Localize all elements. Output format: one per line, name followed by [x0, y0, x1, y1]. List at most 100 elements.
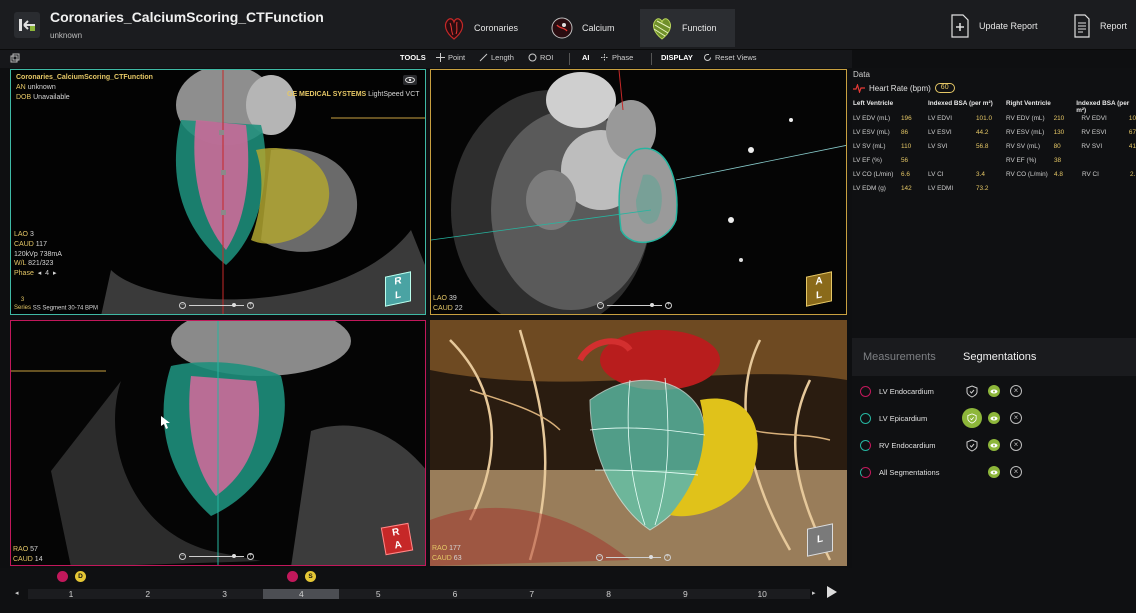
eye-icon: [405, 77, 415, 83]
viewport-top-right[interactable]: LAO 39 CAUD 22 AL − +: [430, 69, 847, 315]
phase-timeline: D S ◂ 1 2 3 4 5 6 7 8 9 10 ▸: [0, 568, 852, 613]
roi-tool[interactable]: ROI: [528, 53, 553, 62]
display-label: DISPLAY: [661, 53, 693, 62]
orientation-cube[interactable]: RA: [380, 522, 414, 556]
phase-marker-magenta[interactable]: [57, 571, 68, 582]
visibility-toggle[interactable]: [403, 75, 417, 85]
zoom-out-icon[interactable]: −: [179, 302, 186, 309]
report-button[interactable]: Report: [1073, 14, 1127, 38]
tab-segmentations[interactable]: Segmentations: [963, 351, 1036, 363]
remove-x-icon[interactable]: ×: [1010, 412, 1022, 424]
metric-row: RV EF (%) 38: [1006, 153, 1136, 167]
phase-6[interactable]: 6: [417, 589, 493, 599]
zoom-in-icon[interactable]: +: [665, 302, 672, 309]
metric-value: 196: [901, 114, 912, 122]
remove-x-icon[interactable]: ×: [1010, 466, 1022, 478]
timeline-prev-button[interactable]: ◂: [15, 589, 19, 597]
tab-measurements[interactable]: Measurements: [863, 351, 936, 363]
zoom-slider[interactable]: − +: [596, 554, 671, 561]
layout-toggle[interactable]: [10, 53, 20, 63]
step-coronaries-label: Coronaries: [474, 23, 519, 33]
zoom-in-icon[interactable]: +: [664, 554, 671, 561]
phase-4[interactable]: 4: [263, 589, 340, 599]
volume-render-heart: [430, 320, 847, 566]
metric-row: RV SV (mL) 80 RV SVI 41: [1006, 139, 1136, 153]
exit-button[interactable]: [14, 12, 40, 38]
orientation-cube[interactable]: RL: [385, 271, 411, 307]
zoom-out-icon[interactable]: −: [179, 553, 186, 560]
remove-x-icon[interactable]: ×: [1010, 385, 1022, 397]
phase-stepper[interactable]: Phase ◂ 4 ▸: [14, 269, 62, 279]
visibility-eye-icon[interactable]: [988, 412, 1000, 424]
phase-3[interactable]: 3: [187, 589, 263, 599]
zoom-slider[interactable]: − +: [597, 302, 672, 309]
zoom-out-icon[interactable]: −: [596, 554, 603, 561]
point-tool[interactable]: Point: [436, 53, 465, 62]
phase-marker-systole[interactable]: S: [305, 571, 316, 582]
rv-table: Right Ventricle Indexed BSA (per m²) RV E…: [1006, 100, 1136, 181]
phase-10[interactable]: 10: [724, 589, 800, 599]
play-button[interactable]: [826, 585, 838, 604]
metric-row: RV CO (L/min) 4.8 RV CI 2.: [1006, 167, 1136, 181]
viewport-bottom-right-3d[interactable]: RAO 177 CAUD 63 L − +: [430, 320, 847, 566]
heartbeat-icon: [853, 83, 865, 93]
ct-image-two-chamber: [11, 321, 425, 565]
reset-views-button[interactable]: Reset Views: [703, 53, 757, 62]
zoom-in-icon[interactable]: +: [247, 553, 254, 560]
visibility-eye-icon[interactable]: [988, 385, 1000, 397]
step-coronaries[interactable]: Coronaries: [432, 9, 528, 47]
timeline-next-button[interactable]: ▸: [812, 589, 816, 597]
phase-2[interactable]: 2: [110, 589, 186, 599]
viewport-top-left[interactable]: Coronaries_CalciumScoring_CTFunction AN …: [10, 69, 426, 315]
phase-8[interactable]: 8: [571, 589, 647, 599]
color-ring-icon: [860, 385, 871, 397]
shield-check-icon[interactable]: [966, 384, 978, 398]
metric-label: LV EDV (mL): [853, 114, 891, 122]
step-function-label: Function: [682, 23, 717, 33]
metric-idx-label: RV EDVI: [1081, 114, 1107, 122]
metric-value: 130: [1053, 128, 1065, 136]
tl-series-info: 3 Series SS Segment 30-74 BPM: [14, 297, 99, 312]
length-tool[interactable]: Length: [479, 53, 514, 62]
segmentation-item-rv-endocardium[interactable]: RV Endocardium ×: [860, 435, 1022, 455]
phase-9[interactable]: 9: [647, 589, 723, 599]
visibility-eye-icon[interactable]: [988, 439, 1000, 451]
metric-value: 4.8: [1054, 170, 1063, 178]
ai-tool[interactable]: AI: [582, 53, 590, 62]
shield-check-active-icon[interactable]: [962, 408, 982, 428]
segmentation-item-lv-epicardium[interactable]: LV Epicardium ×: [860, 408, 1022, 428]
phase-1[interactable]: 1: [33, 589, 109, 599]
orientation-cube[interactable]: AL: [806, 271, 832, 307]
heart-rate-value: 60: [934, 83, 955, 93]
phase-5[interactable]: 5: [340, 589, 416, 599]
zoom-slider[interactable]: − +: [179, 302, 254, 309]
metric-idx-value: 10: [1128, 114, 1136, 122]
orientation-cube[interactable]: L: [807, 523, 833, 557]
step-calcium[interactable]: Calcium: [540, 9, 625, 47]
viewport-bottom-left[interactable]: RAO 57 CAUD 14 RA − +: [10, 320, 426, 566]
reset-views-label: Reset Views: [715, 53, 757, 62]
step-function[interactable]: Function: [640, 9, 735, 47]
phase-bar[interactable]: 1 2 3 4 5 6 7 8 9 10: [28, 589, 810, 599]
metric-label: RV EF (%): [1006, 156, 1037, 164]
shield-check-icon[interactable]: [966, 438, 978, 452]
zoom-slider[interactable]: − +: [179, 553, 254, 560]
window-layout-icon: [10, 53, 20, 63]
app-header: Coronaries_CalciumScoring_CTFunction unk…: [0, 0, 1136, 50]
metric-label: LV EF (%): [853, 156, 882, 164]
metric-idx-label: LV SVI: [928, 142, 948, 150]
remove-x-icon[interactable]: ×: [1010, 439, 1022, 451]
metric-idx-value: 2.: [1130, 170, 1136, 178]
phase-7[interactable]: 7: [494, 589, 570, 599]
zoom-out-icon[interactable]: −: [597, 302, 604, 309]
phase-marker-diastole[interactable]: D: [75, 571, 86, 582]
visibility-eye-icon[interactable]: [988, 466, 1000, 478]
zoom-in-icon[interactable]: +: [247, 302, 254, 309]
phase-tool[interactable]: Phase: [600, 53, 633, 62]
phase-marker-magenta[interactable]: [287, 571, 298, 582]
segmentation-item-all[interactable]: All Segmentations ×: [860, 462, 1022, 482]
play-icon: [827, 586, 837, 598]
update-report-button[interactable]: Update Report: [950, 14, 1038, 38]
segmentation-item-lv-endocardium[interactable]: LV Endocardium ×: [860, 381, 1022, 401]
tools-label: TOOLS: [400, 53, 426, 62]
